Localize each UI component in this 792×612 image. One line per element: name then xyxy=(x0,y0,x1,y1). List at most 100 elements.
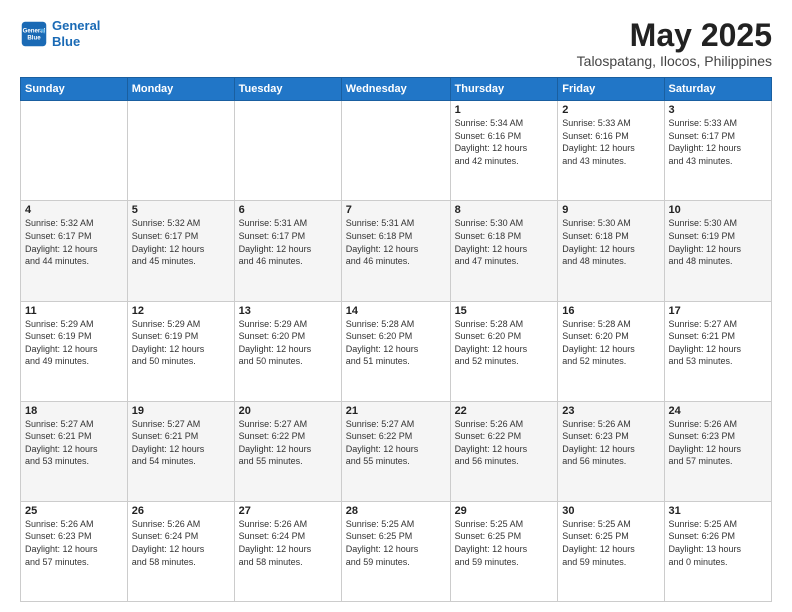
day-info: Sunrise: 5:32 AM Sunset: 6:17 PM Dayligh… xyxy=(132,217,230,267)
table-row: 26Sunrise: 5:26 AM Sunset: 6:24 PM Dayli… xyxy=(127,501,234,601)
day-number: 7 xyxy=(346,204,446,216)
day-number: 23 xyxy=(562,405,659,417)
day-number: 13 xyxy=(239,305,337,317)
day-number: 22 xyxy=(455,405,554,417)
table-row: 15Sunrise: 5:28 AM Sunset: 6:20 PM Dayli… xyxy=(450,301,558,401)
table-row: 24Sunrise: 5:26 AM Sunset: 6:23 PM Dayli… xyxy=(664,401,771,501)
day-info: Sunrise: 5:34 AM Sunset: 6:16 PM Dayligh… xyxy=(455,117,554,167)
day-info: Sunrise: 5:29 AM Sunset: 6:19 PM Dayligh… xyxy=(25,318,123,368)
table-row: 31Sunrise: 5:25 AM Sunset: 6:26 PM Dayli… xyxy=(664,501,771,601)
day-number: 19 xyxy=(132,405,230,417)
day-number: 30 xyxy=(562,505,659,517)
table-row: 9Sunrise: 5:30 AM Sunset: 6:18 PM Daylig… xyxy=(558,201,664,301)
table-row xyxy=(21,101,128,201)
day-number: 31 xyxy=(669,505,767,517)
col-sunday: Sunday xyxy=(21,78,128,101)
day-number: 1 xyxy=(455,104,554,116)
day-info: Sunrise: 5:30 AM Sunset: 6:18 PM Dayligh… xyxy=(562,217,659,267)
col-thursday: Thursday xyxy=(450,78,558,101)
calendar-page: General Blue General Blue May 2025 Talos… xyxy=(0,0,792,612)
table-row: 21Sunrise: 5:27 AM Sunset: 6:22 PM Dayli… xyxy=(341,401,450,501)
col-saturday: Saturday xyxy=(664,78,771,101)
table-row: 10Sunrise: 5:30 AM Sunset: 6:19 PM Dayli… xyxy=(664,201,771,301)
day-info: Sunrise: 5:33 AM Sunset: 6:16 PM Dayligh… xyxy=(562,117,659,167)
day-info: Sunrise: 5:26 AM Sunset: 6:22 PM Dayligh… xyxy=(455,418,554,468)
day-info: Sunrise: 5:32 AM Sunset: 6:17 PM Dayligh… xyxy=(25,217,123,267)
calendar-week-row: 1Sunrise: 5:34 AM Sunset: 6:16 PM Daylig… xyxy=(21,101,772,201)
col-tuesday: Tuesday xyxy=(234,78,341,101)
day-number: 12 xyxy=(132,305,230,317)
table-row: 6Sunrise: 5:31 AM Sunset: 6:17 PM Daylig… xyxy=(234,201,341,301)
calendar-header-row: Sunday Monday Tuesday Wednesday Thursday… xyxy=(21,78,772,101)
day-info: Sunrise: 5:30 AM Sunset: 6:18 PM Dayligh… xyxy=(455,217,554,267)
day-info: Sunrise: 5:26 AM Sunset: 6:23 PM Dayligh… xyxy=(562,418,659,468)
table-row: 17Sunrise: 5:27 AM Sunset: 6:21 PM Dayli… xyxy=(664,301,771,401)
svg-text:Blue: Blue xyxy=(27,34,41,41)
calendar-title: May 2025 xyxy=(577,18,772,53)
day-number: 4 xyxy=(25,204,123,216)
logo-line2: Blue xyxy=(52,34,80,49)
table-row: 13Sunrise: 5:29 AM Sunset: 6:20 PM Dayli… xyxy=(234,301,341,401)
calendar-week-row: 11Sunrise: 5:29 AM Sunset: 6:19 PM Dayli… xyxy=(21,301,772,401)
day-number: 10 xyxy=(669,204,767,216)
table-row: 5Sunrise: 5:32 AM Sunset: 6:17 PM Daylig… xyxy=(127,201,234,301)
col-wednesday: Wednesday xyxy=(341,78,450,101)
day-number: 15 xyxy=(455,305,554,317)
table-row: 28Sunrise: 5:25 AM Sunset: 6:25 PM Dayli… xyxy=(341,501,450,601)
day-info: Sunrise: 5:27 AM Sunset: 6:21 PM Dayligh… xyxy=(669,318,767,368)
day-info: Sunrise: 5:31 AM Sunset: 6:18 PM Dayligh… xyxy=(346,217,446,267)
day-number: 24 xyxy=(669,405,767,417)
day-info: Sunrise: 5:26 AM Sunset: 6:23 PM Dayligh… xyxy=(669,418,767,468)
table-row: 14Sunrise: 5:28 AM Sunset: 6:20 PM Dayli… xyxy=(341,301,450,401)
day-info: Sunrise: 5:27 AM Sunset: 6:21 PM Dayligh… xyxy=(25,418,123,468)
header: General Blue General Blue May 2025 Talos… xyxy=(20,18,772,69)
table-row xyxy=(127,101,234,201)
table-row: 3Sunrise: 5:33 AM Sunset: 6:17 PM Daylig… xyxy=(664,101,771,201)
table-row: 7Sunrise: 5:31 AM Sunset: 6:18 PM Daylig… xyxy=(341,201,450,301)
table-row: 23Sunrise: 5:26 AM Sunset: 6:23 PM Dayli… xyxy=(558,401,664,501)
table-row: 27Sunrise: 5:26 AM Sunset: 6:24 PM Dayli… xyxy=(234,501,341,601)
day-info: Sunrise: 5:26 AM Sunset: 6:24 PM Dayligh… xyxy=(239,518,337,568)
calendar-table: Sunday Monday Tuesday Wednesday Thursday… xyxy=(20,77,772,602)
day-info: Sunrise: 5:28 AM Sunset: 6:20 PM Dayligh… xyxy=(562,318,659,368)
table-row: 11Sunrise: 5:29 AM Sunset: 6:19 PM Dayli… xyxy=(21,301,128,401)
day-info: Sunrise: 5:29 AM Sunset: 6:19 PM Dayligh… xyxy=(132,318,230,368)
day-number: 26 xyxy=(132,505,230,517)
day-number: 6 xyxy=(239,204,337,216)
logo-icon: General Blue xyxy=(20,20,48,48)
table-row: 12Sunrise: 5:29 AM Sunset: 6:19 PM Dayli… xyxy=(127,301,234,401)
day-info: Sunrise: 5:25 AM Sunset: 6:26 PM Dayligh… xyxy=(669,518,767,568)
title-block: May 2025 Talospatang, Ilocos, Philippine… xyxy=(577,18,772,69)
day-info: Sunrise: 5:27 AM Sunset: 6:22 PM Dayligh… xyxy=(239,418,337,468)
table-row: 18Sunrise: 5:27 AM Sunset: 6:21 PM Dayli… xyxy=(21,401,128,501)
table-row: 8Sunrise: 5:30 AM Sunset: 6:18 PM Daylig… xyxy=(450,201,558,301)
day-number: 9 xyxy=(562,204,659,216)
day-info: Sunrise: 5:31 AM Sunset: 6:17 PM Dayligh… xyxy=(239,217,337,267)
day-info: Sunrise: 5:28 AM Sunset: 6:20 PM Dayligh… xyxy=(455,318,554,368)
day-info: Sunrise: 5:27 AM Sunset: 6:21 PM Dayligh… xyxy=(132,418,230,468)
day-info: Sunrise: 5:25 AM Sunset: 6:25 PM Dayligh… xyxy=(455,518,554,568)
logo-text: General Blue xyxy=(52,18,100,49)
table-row xyxy=(234,101,341,201)
table-row: 30Sunrise: 5:25 AM Sunset: 6:25 PM Dayli… xyxy=(558,501,664,601)
calendar-week-row: 4Sunrise: 5:32 AM Sunset: 6:17 PM Daylig… xyxy=(21,201,772,301)
day-info: Sunrise: 5:27 AM Sunset: 6:22 PM Dayligh… xyxy=(346,418,446,468)
day-number: 25 xyxy=(25,505,123,517)
day-number: 3 xyxy=(669,104,767,116)
day-number: 11 xyxy=(25,305,123,317)
day-info: Sunrise: 5:30 AM Sunset: 6:19 PM Dayligh… xyxy=(669,217,767,267)
day-number: 16 xyxy=(562,305,659,317)
day-number: 17 xyxy=(669,305,767,317)
table-row xyxy=(341,101,450,201)
day-number: 27 xyxy=(239,505,337,517)
table-row: 2Sunrise: 5:33 AM Sunset: 6:16 PM Daylig… xyxy=(558,101,664,201)
table-row: 1Sunrise: 5:34 AM Sunset: 6:16 PM Daylig… xyxy=(450,101,558,201)
day-info: Sunrise: 5:33 AM Sunset: 6:17 PM Dayligh… xyxy=(669,117,767,167)
day-number: 18 xyxy=(25,405,123,417)
calendar-subtitle: Talospatang, Ilocos, Philippines xyxy=(577,53,772,69)
day-info: Sunrise: 5:26 AM Sunset: 6:24 PM Dayligh… xyxy=(132,518,230,568)
table-row: 20Sunrise: 5:27 AM Sunset: 6:22 PM Dayli… xyxy=(234,401,341,501)
calendar-week-row: 25Sunrise: 5:26 AM Sunset: 6:23 PM Dayli… xyxy=(21,501,772,601)
day-info: Sunrise: 5:29 AM Sunset: 6:20 PM Dayligh… xyxy=(239,318,337,368)
logo: General Blue General Blue xyxy=(20,18,100,49)
